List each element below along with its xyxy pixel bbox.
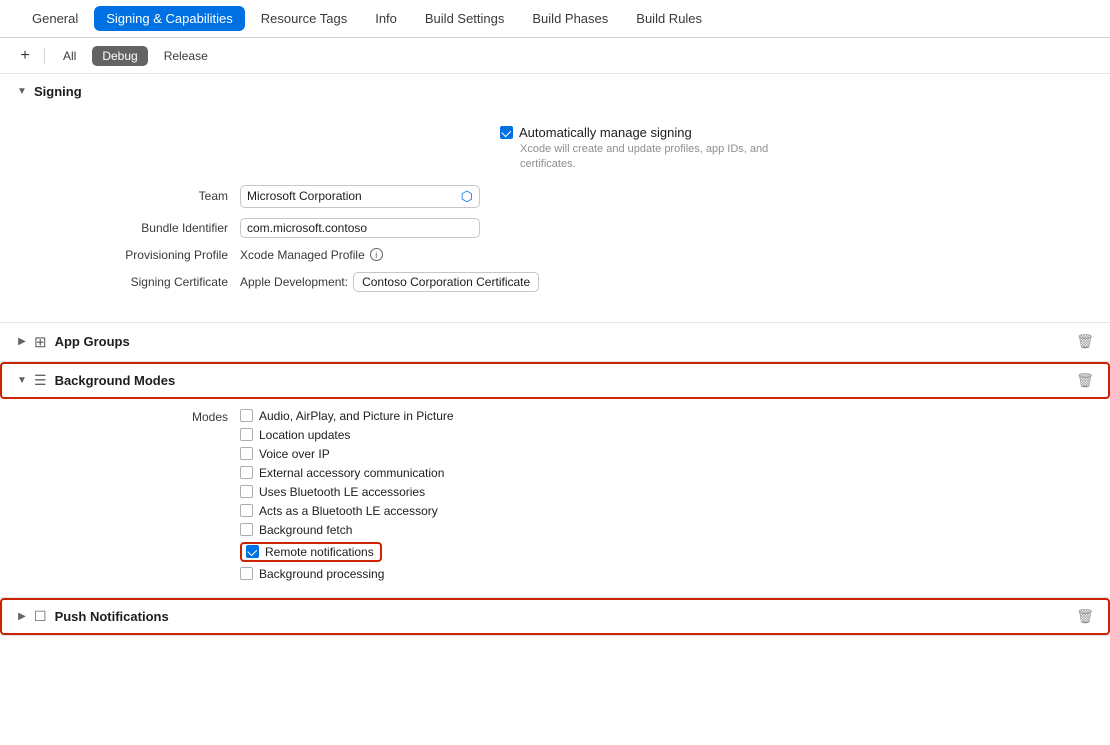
remote-notif-highlighted-box: Remote notifications — [240, 542, 382, 562]
signing-cert-label: Signing Certificate — [40, 275, 240, 289]
push-notifications-chevron-icon: ▶ — [16, 611, 28, 622]
mode-label-remote-notif: Remote notifications — [265, 545, 374, 559]
bundle-row: Bundle Identifier — [0, 218, 1110, 238]
modes-label: Modes — [40, 409, 240, 424]
add-capability-button[interactable]: + — [14, 45, 36, 67]
content-area: ▼ Signing Automatically manage signing X… — [0, 74, 1110, 745]
tab-resource-tags[interactable]: Resource Tags — [249, 6, 359, 31]
app-groups-title: App Groups — [55, 334, 130, 349]
app-groups-trash-icon[interactable]: 🗑 — [1076, 333, 1094, 350]
mode-label-bluetooth-le: Uses Bluetooth LE accessories — [259, 485, 425, 499]
mode-item-audio: Audio, AirPlay, and Picture in Picture — [240, 409, 454, 423]
team-stepper-icon: ⬡ — [461, 188, 473, 205]
signing-cert-row: Signing Certificate Apple Development: C… — [0, 272, 1110, 292]
provisioning-row: Provisioning Profile Xcode Managed Profi… — [0, 248, 1110, 262]
mode-label-bg-processing: Background processing — [259, 567, 384, 581]
mode-label-accessory: External accessory communication — [259, 466, 444, 480]
app-groups-icon: ⊞ — [34, 333, 47, 351]
mode-item-bluetooth-le: Uses Bluetooth LE accessories — [240, 485, 454, 499]
provisioning-value: Xcode Managed Profile — [240, 248, 365, 262]
background-modes-chevron-icon: ▼ — [16, 375, 28, 386]
auto-manage-row: Automatically manage signing Xcode will … — [0, 125, 1110, 185]
app-groups-section: ▶ ⊞ App Groups 🗑 — [0, 323, 1110, 362]
modes-list: Audio, AirPlay, and Picture in Picture L… — [240, 409, 454, 581]
mode-item-voip: Voice over IP — [240, 447, 454, 461]
filter-all-button[interactable]: All — [53, 46, 86, 66]
filter-bar: + All Debug Release — [0, 38, 1110, 74]
mode-label-voip: Voice over IP — [259, 447, 330, 461]
background-modes-icon: ☰ — [34, 372, 47, 389]
team-value: Microsoft Corporation — [247, 189, 362, 203]
mode-label-bluetooth-acts: Acts as a Bluetooth LE accessory — [259, 504, 438, 518]
mode-checkbox-bluetooth-le[interactable] — [240, 485, 253, 498]
tab-general[interactable]: General — [20, 6, 90, 31]
auto-manage-inner: Automatically manage signing Xcode will … — [500, 125, 820, 173]
mode-item-remote-notif: Remote notifications — [240, 542, 454, 562]
push-notifications-section: ▶ ☐ Push Notifications 🗑 — [0, 598, 1110, 636]
background-modes-trash-icon[interactable]: 🗑 — [1076, 372, 1094, 389]
background-modes-content: Modes Audio, AirPlay, and Picture in Pic… — [0, 399, 1110, 597]
mode-item-bg-fetch: Background fetch — [240, 523, 454, 537]
mode-item-accessory: External accessory communication — [240, 466, 454, 480]
mode-checkbox-voip[interactable] — [240, 447, 253, 460]
provisioning-info-icon[interactable]: i — [370, 248, 383, 261]
mode-item-bluetooth-acts: Acts as a Bluetooth LE accessory — [240, 504, 454, 518]
auto-manage-sub-text: Xcode will create and update profiles, a… — [520, 142, 820, 173]
modes-row: Modes Audio, AirPlay, and Picture in Pic… — [0, 409, 1110, 581]
mode-label-location: Location updates — [259, 428, 350, 442]
mode-checkbox-bluetooth-acts[interactable] — [240, 504, 253, 517]
signing-cert-value-row: Apple Development: Contoso Corporation C… — [240, 272, 539, 292]
divider — [44, 48, 45, 64]
mode-checkbox-bg-processing[interactable] — [240, 567, 253, 580]
filter-release-button[interactable]: Release — [154, 46, 218, 66]
mode-checkbox-bg-fetch[interactable] — [240, 523, 253, 536]
app-groups-chevron-icon: ▶ — [16, 336, 28, 347]
mode-checkbox-accessory[interactable] — [240, 466, 253, 479]
bundle-label: Bundle Identifier — [40, 221, 240, 235]
signing-cert-prefix: Apple Development: — [240, 275, 348, 289]
filter-debug-button[interactable]: Debug — [92, 46, 147, 66]
push-notifications-trash-icon[interactable]: 🗑 — [1076, 608, 1094, 625]
provisioning-label: Provisioning Profile — [40, 248, 240, 262]
tab-build-rules[interactable]: Build Rules — [624, 6, 714, 31]
mode-checkbox-location[interactable] — [240, 428, 253, 441]
auto-manage-checkbox[interactable] — [500, 126, 513, 139]
tab-build-settings[interactable]: Build Settings — [413, 6, 517, 31]
tab-bar: General Signing & Capabilities Resource … — [0, 0, 1110, 38]
auto-manage-label: Automatically manage signing — [519, 125, 692, 140]
mode-item-bg-processing: Background processing — [240, 567, 454, 581]
signing-section: ▼ Signing Automatically manage signing X… — [0, 74, 1110, 323]
background-modes-header[interactable]: ▼ ☰ Background Modes 🗑 — [0, 362, 1110, 399]
team-label: Team — [40, 189, 240, 203]
tab-signing[interactable]: Signing & Capabilities — [94, 6, 244, 31]
signing-content: Automatically manage signing Xcode will … — [0, 109, 1110, 322]
background-modes-title: Background Modes — [55, 373, 176, 388]
provisioning-value-row: Xcode Managed Profile i — [240, 248, 383, 262]
background-modes-section: ▼ ☰ Background Modes 🗑 Modes Audio, AirP… — [0, 362, 1110, 598]
mode-label-audio: Audio, AirPlay, and Picture in Picture — [259, 409, 454, 423]
mode-item-location: Location updates — [240, 428, 454, 442]
team-row: Team Microsoft Corporation ⬡ — [0, 185, 1110, 208]
signing-section-header[interactable]: ▼ Signing — [0, 74, 1110, 109]
mode-checkbox-audio[interactable] — [240, 409, 253, 422]
signing-section-title: Signing — [34, 84, 82, 99]
tab-build-phases[interactable]: Build Phases — [520, 6, 620, 31]
signing-cert-box: Contoso Corporation Certificate — [353, 272, 539, 292]
push-notifications-title: Push Notifications — [55, 609, 169, 624]
signing-chevron-icon: ▼ — [16, 86, 28, 97]
team-select[interactable]: Microsoft Corporation ⬡ — [240, 185, 480, 208]
app-groups-header[interactable]: ▶ ⊞ App Groups 🗑 — [0, 323, 1110, 361]
tab-info[interactable]: Info — [363, 6, 409, 31]
push-notifications-header[interactable]: ▶ ☐ Push Notifications 🗑 — [0, 598, 1110, 635]
mode-label-bg-fetch: Background fetch — [259, 523, 352, 537]
mode-checkbox-remote-notif[interactable] — [246, 545, 259, 558]
auto-manage-checkbox-row: Automatically manage signing — [500, 125, 692, 140]
bundle-identifier-input[interactable] — [240, 218, 480, 238]
push-notifications-icon: ☐ — [34, 608, 47, 625]
